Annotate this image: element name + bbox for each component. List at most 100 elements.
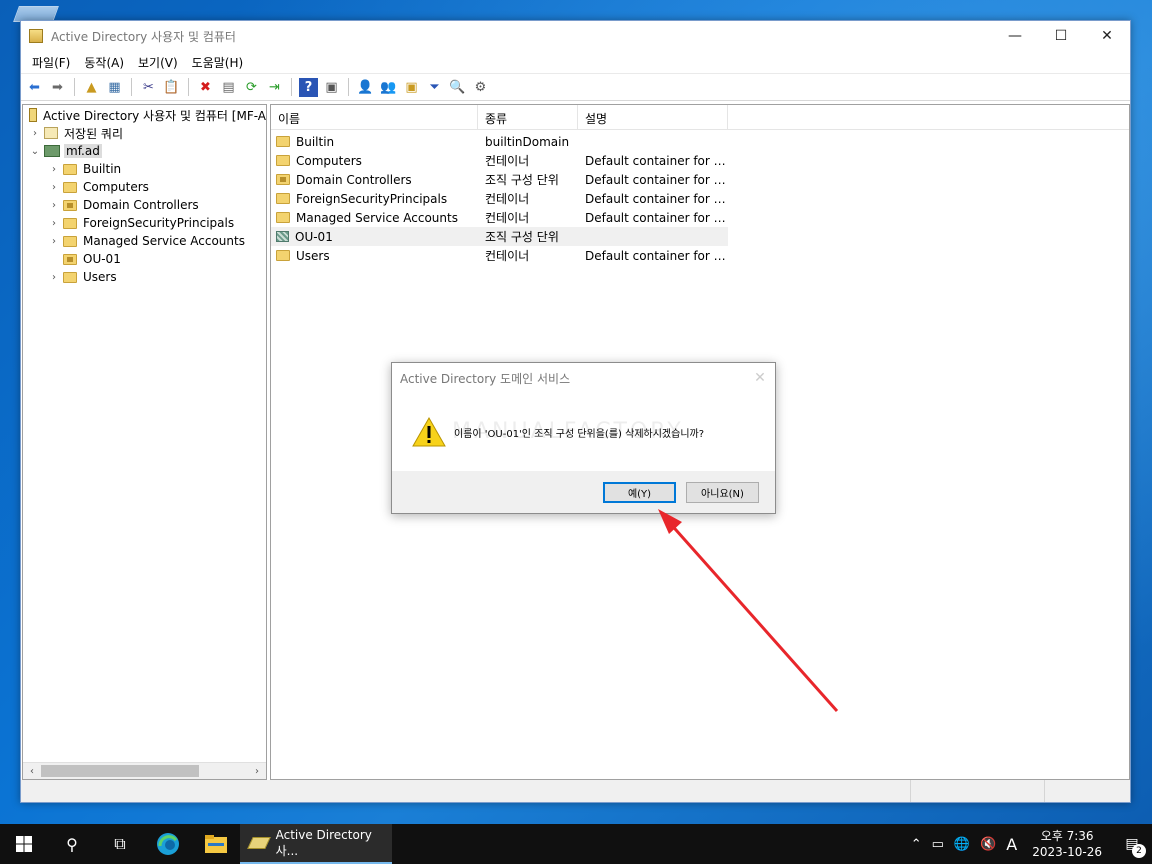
saved-queries-icon [44, 127, 58, 139]
list-row[interactable]: Managed Service Accounts 컨테이너 Default cont… [271, 208, 1129, 227]
battery-icon[interactable]: ▭ [927, 837, 949, 852]
system-tray: ⌃ ▭ 🌐 🔇 A 오후 7:36 2023-10-26 ▤ 2 [906, 824, 1152, 864]
scroll-right-icon[interactable]: › [248, 766, 266, 777]
folder-icon [276, 212, 290, 223]
status-bar [21, 780, 1130, 802]
cell-type: 컨테이너 [485, 249, 530, 263]
title-bar: Active Directory 사용자 및 컴퓨터 — ☐ ✕ [21, 21, 1130, 51]
tree-root[interactable]: Active Directory 사용자 및 컴퓨터 [MF-A [23, 106, 266, 124]
tree-pane[interactable]: Active Directory 사용자 및 컴퓨터 [MF-A › 저장된 쿼… [22, 104, 267, 780]
chevron-right-icon[interactable]: › [48, 182, 60, 193]
list-row[interactable]: ForeignSecurityPrincipals 컨테이너 Default con… [271, 189, 1129, 208]
tree-item-ou-01[interactable]: OU-01 [23, 250, 266, 268]
cell-description: Default container for d... [585, 172, 728, 187]
cell-name: ForeignSecurityPrincipals [271, 192, 478, 206]
cell-name: Domain Controllers [271, 173, 478, 187]
clock-date: 2023-10-26 [1032, 845, 1102, 859]
refresh-icon[interactable]: ⟳ [242, 78, 261, 97]
find-icon[interactable]: 🔍 [448, 78, 467, 97]
chevron-right-icon[interactable]: › [48, 164, 60, 175]
list-row[interactable]: Users 컨테이너 Default container for u... [271, 246, 1129, 265]
chevron-right-icon[interactable]: › [48, 272, 60, 283]
ou-folder-icon [63, 253, 77, 265]
new-group-icon[interactable]: 👥 [379, 78, 398, 97]
dialog-close-icon[interactable]: ✕ [745, 370, 775, 386]
add-to-group-icon[interactable]: ⚙ [471, 78, 490, 97]
list-row[interactable]: OU-01 조직 구성 단위 [271, 227, 728, 246]
minimize-button[interactable]: — [992, 21, 1038, 51]
scroll-left-icon[interactable]: ‹ [23, 766, 41, 777]
show-tree-icon[interactable]: ▦ [105, 78, 124, 97]
toolbar-separator [291, 78, 292, 96]
tree-item-domain[interactable]: ⌄ mf.ad [23, 142, 266, 160]
toolbar-separator [188, 78, 189, 96]
tree-item-label: Domain Controllers [83, 198, 199, 212]
chevron-right-icon[interactable]: › [48, 236, 60, 247]
tree-item-saved-queries[interactable]: › 저장된 쿼리 [23, 124, 266, 142]
maximize-button[interactable]: ☐ [1038, 21, 1084, 51]
toolbar-separator [131, 78, 132, 96]
search-icon[interactable]: ⚲ [48, 824, 96, 864]
taskbar-app-label: Active Directory 사... [275, 827, 372, 858]
file-explorer-icon[interactable] [192, 824, 240, 864]
new-ou-icon[interactable]: ▣ [402, 78, 421, 97]
chevron-right-icon[interactable]: › [29, 128, 41, 139]
filter-icon[interactable]: ⏷ [425, 78, 444, 97]
domain-icon [44, 145, 60, 157]
menu-view[interactable]: 보기(V) [131, 54, 185, 71]
delete-icon[interactable]: ✖ [196, 78, 215, 97]
cell-type: 컨테이너 [485, 154, 530, 168]
column-header-description[interactable]: 설명 [578, 105, 728, 129]
clock[interactable]: 오후 7:36 2023-10-26 [1022, 828, 1112, 860]
up-folder-icon[interactable]: ▲ [82, 78, 101, 97]
volume-muted-icon[interactable]: 🔇 [975, 837, 1001, 852]
folder-icon [276, 155, 290, 166]
list-row[interactable]: Computers 컨테이너 Default container for u... [271, 151, 1129, 170]
properties-icon[interactable]: ▤ [219, 78, 238, 97]
clock-time: 오후 7:36 [1040, 829, 1094, 843]
cell-type: 조직 구성 단위 [485, 173, 559, 187]
tree-item-managed-service-accounts[interactable]: › Managed Service Accounts [23, 232, 266, 250]
yes-button[interactable]: 예(Y) [603, 481, 676, 503]
forward-icon[interactable]: ➡ [48, 78, 67, 97]
menu-help[interactable]: 도움말(H) [185, 54, 251, 71]
chevron-right-icon[interactable]: › [48, 200, 60, 211]
edge-browser-icon[interactable] [144, 824, 192, 864]
menu-file[interactable]: 파일(F) [25, 54, 77, 71]
ime-indicator[interactable]: A [1001, 835, 1022, 854]
chevron-up-icon[interactable]: ⌃ [906, 837, 927, 852]
console-icon[interactable]: ▣ [322, 78, 341, 97]
paste-icon[interactable]: 📋 [162, 78, 181, 97]
tree-item-users[interactable]: › Users [23, 268, 266, 286]
list-row[interactable]: Domain Controllers 조직 구성 단위 Default contai… [271, 170, 1129, 189]
start-button[interactable] [0, 824, 48, 864]
chevron-right-icon[interactable]: › [48, 218, 60, 229]
scroll-thumb[interactable] [41, 765, 199, 777]
export-icon[interactable]: ⇥ [265, 78, 284, 97]
toolbar: ⬅ ➡ ▲ ▦ ✂ 📋 ✖ ▤ ⟳ ⇥ ? ▣ 👤 👥 ▣ ⏷ 🔍 ⚙ [21, 73, 1130, 101]
network-icon[interactable]: 🌐 [949, 837, 975, 852]
task-view-icon[interactable]: ⧉ [96, 824, 144, 864]
cell-name-text: Users [296, 248, 330, 263]
list-row[interactable]: Builtin builtinDomain [271, 132, 1129, 151]
tree-item-builtin[interactable]: › Builtin [23, 160, 266, 178]
no-button[interactable]: 아니요(N) [686, 481, 759, 503]
aduc-taskbar-icon [247, 837, 271, 849]
tree-item-domain-controllers[interactable]: › Domain Controllers [23, 196, 266, 214]
cut-icon[interactable]: ✂ [139, 78, 158, 97]
taskbar-app-aduc[interactable]: Active Directory 사... [240, 824, 392, 864]
column-header-name[interactable]: 이름 [271, 105, 478, 129]
tree-item-computers[interactable]: › Computers [23, 178, 266, 196]
column-header-type[interactable]: 종류 [478, 105, 578, 129]
cell-name-text: Domain Controllers [296, 172, 412, 187]
chevron-down-icon[interactable]: ⌄ [29, 146, 41, 157]
back-icon[interactable]: ⬅ [25, 78, 44, 97]
close-button[interactable]: ✕ [1084, 21, 1130, 51]
notification-center-icon[interactable]: ▤ 2 [1112, 824, 1152, 864]
tree-horizontal-scrollbar[interactable]: ‹ › [23, 762, 266, 779]
cell-name: Users [271, 249, 478, 263]
tree-item-foreignsecurityprincipals[interactable]: › ForeignSecurityPrincipals [23, 214, 266, 232]
menu-action[interactable]: 동작(A) [77, 54, 131, 71]
help-icon[interactable]: ? [299, 77, 318, 97]
new-user-icon[interactable]: 👤 [356, 78, 375, 97]
